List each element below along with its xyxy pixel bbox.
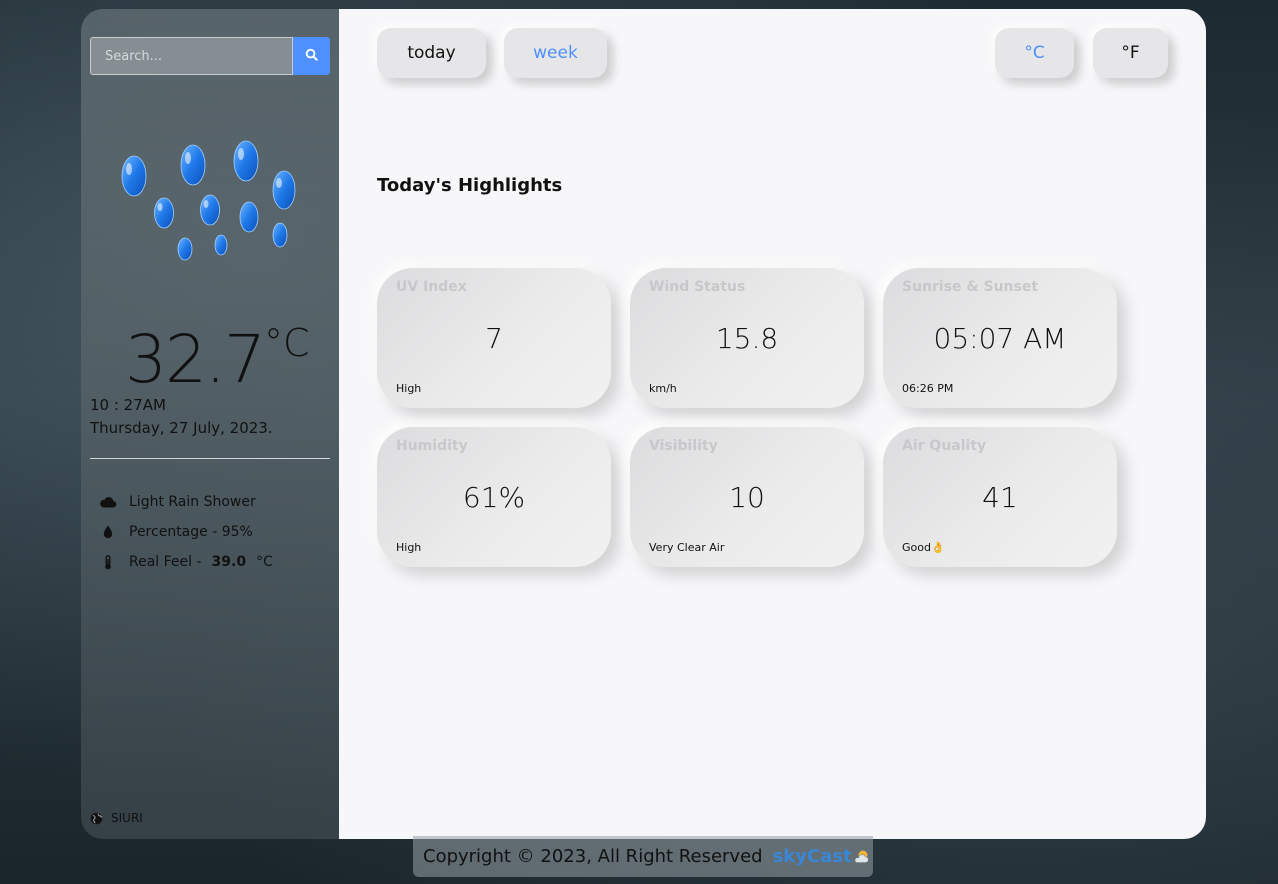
temperature-value: 32.7: [125, 321, 266, 398]
search-button[interactable]: [293, 37, 330, 75]
card-subtitle: High: [396, 541, 422, 554]
rain-drops-icon: [116, 134, 306, 269]
real-feel-unit: °C: [256, 554, 273, 570]
card-subtitle: High: [396, 382, 422, 395]
temperature-unit: °C: [263, 321, 310, 365]
card-title: Air Quality: [902, 438, 987, 454]
card-subtitle: Good👌: [902, 541, 945, 554]
condition-row: Light Rain Shower: [99, 487, 273, 517]
card-title: Sunrise & Sunset: [902, 279, 1039, 295]
card-subtitle: 06:26 PM: [902, 382, 954, 395]
search-bar: [90, 37, 330, 75]
globe-icon: [90, 812, 103, 825]
card-value: 05:07 AM: [933, 322, 1067, 355]
humidity-card: Humidity 61% High: [377, 427, 611, 567]
weather-logo-icon: [854, 849, 870, 865]
location-name: SIURI: [111, 811, 143, 825]
celsius-button[interactable]: °C: [995, 28, 1074, 78]
real-feel-label: Real Feel -: [129, 554, 202, 570]
card-subtitle: km/h: [649, 382, 677, 395]
droplet-icon: [99, 525, 117, 539]
air-quality-card: Air Quality 41 Good👌: [883, 427, 1117, 567]
tab-today[interactable]: today: [377, 28, 486, 78]
card-value: 7: [485, 322, 503, 355]
visibility-card: Visibility 10 Very Clear Air: [630, 427, 864, 567]
card-value: 41: [982, 481, 1018, 514]
current-time: 10 : 27AM: [90, 396, 166, 414]
footer: Copyright © 2023, All Right Reserved sky…: [413, 836, 873, 877]
location: SIURI: [90, 811, 143, 825]
card-title: UV Index: [396, 279, 467, 295]
sunrise-sunset-card: Sunrise & Sunset 05:07 AM 06:26 PM: [883, 268, 1117, 408]
card-value: 15.8: [715, 322, 779, 355]
current-date: Thursday, 27 July, 2023.: [90, 419, 273, 437]
card-title: Humidity: [396, 438, 468, 454]
precipitation-row: Percentage - 95%: [99, 517, 273, 547]
app-window: 32.7°C 10 : 27AM Thursday, 27 July, 2023…: [81, 9, 1206, 839]
main-panel: today week °C °F Today's Highlights UV I…: [339, 9, 1206, 839]
uv-index-card: UV Index 7 High: [377, 268, 611, 408]
highlights-title: Today's Highlights: [377, 175, 563, 196]
tab-week[interactable]: week: [504, 28, 607, 78]
current-temperature: 32.7°C: [125, 321, 310, 398]
card-title: Wind Status: [649, 279, 746, 295]
copyright-text: Copyright © 2023, All Right Reserved: [423, 846, 763, 867]
card-value: 10: [729, 481, 765, 514]
card-subtitle: Very Clear Air: [649, 541, 725, 554]
wind-status-card: Wind Status 15.8 km/h: [630, 268, 864, 408]
card-title: Visibility: [649, 438, 718, 454]
brand-link[interactable]: skyCast: [773, 846, 852, 867]
condition-text: Light Rain Shower: [129, 494, 256, 510]
precipitation-text: Percentage - 95%: [129, 524, 253, 540]
cloud-icon: [99, 496, 117, 508]
sidebar: 32.7°C 10 : 27AM Thursday, 27 July, 2023…: [81, 9, 339, 839]
fahrenheit-button[interactable]: °F: [1093, 28, 1168, 78]
real-feel-value: 39.0: [211, 554, 247, 570]
divider: [90, 458, 330, 459]
real-feel-row: Real Feel - 39.0 °C: [99, 547, 273, 577]
search-input[interactable]: [90, 37, 293, 75]
thermometer-icon: [99, 554, 117, 570]
card-value: 61%: [462, 481, 526, 514]
search-icon: [305, 48, 318, 64]
conditions-list: Light Rain Shower Percentage - 95% Real …: [99, 487, 273, 577]
